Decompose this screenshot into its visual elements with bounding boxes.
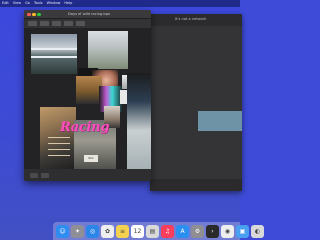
background-window-bottombar (150, 179, 242, 191)
toolbar-button-4[interactable] (64, 21, 73, 26)
menu-window[interactable]: Window (47, 0, 61, 7)
background-window-title: It's not a network (175, 17, 207, 21)
background-window-preview (198, 111, 242, 131)
close-button[interactable] (27, 12, 31, 16)
collage-tag: RAC (84, 155, 98, 162)
settings-icon[interactable]: ⚙ (191, 224, 204, 238)
window-titlebar[interactable]: Days of wild racing.bpx (24, 10, 151, 19)
safari-icon[interactable]: ◎ (86, 224, 99, 238)
window-bottombar (24, 169, 151, 181)
finder-icon[interactable]: ☺ (56, 224, 69, 238)
menu-view[interactable]: View (13, 0, 21, 7)
photos-icon[interactable]: ✿ (101, 224, 114, 238)
files-icon[interactable]: ▤ (146, 224, 159, 238)
dock: ☺ ✦ ◎ ✿ ≡ 12 ▤ ♫ A ⚙ › ◉ ▣ ◐ (53, 222, 264, 240)
bottom-button-2[interactable] (41, 172, 49, 178)
background-window[interactable]: It's not a network (150, 14, 242, 191)
menu-go[interactable]: Go (25, 0, 30, 7)
window-title: Days of wild racing.bpx (68, 12, 111, 16)
racing-title-text: Racing (60, 120, 110, 135)
music-icon[interactable]: ♫ (161, 224, 174, 238)
window-toolbar (24, 19, 151, 28)
calendar-icon[interactable]: 12 (131, 224, 144, 238)
preview-icon[interactable]: ▣ (236, 224, 249, 238)
rink-photo (127, 73, 151, 169)
menu-tools[interactable]: Tools (34, 0, 43, 7)
minimize-button[interactable] (32, 12, 36, 16)
viewer-icon[interactable]: ◐ (251, 224, 264, 238)
menu-bar: Edit View Go Tools Window Help (0, 0, 240, 7)
skater-photo (88, 31, 128, 69)
launchpad-icon[interactable]: ✦ (71, 224, 84, 238)
app-store-icon[interactable]: A (176, 224, 189, 238)
station-photo (31, 34, 77, 74)
collage-canvas[interactable]: Racing (24, 28, 151, 170)
notes-icon[interactable]: ≡ (116, 224, 129, 238)
toolbar-button-5[interactable] (76, 21, 85, 26)
toolbar-button-3[interactable] (52, 21, 61, 26)
toolbar-button-1[interactable] (28, 21, 37, 26)
bottom-button-1[interactable] (30, 172, 38, 178)
chrome-icon[interactable]: ◉ (221, 224, 234, 238)
menu-edit[interactable]: Edit (2, 0, 9, 7)
zoom-button[interactable] (37, 12, 41, 16)
escalator-photo (40, 107, 76, 170)
toolbar-button-2[interactable] (40, 21, 49, 26)
menu-help[interactable]: Help (64, 0, 72, 7)
terminal-icon[interactable]: › (206, 224, 219, 238)
background-window-titlebar[interactable]: It's not a network (150, 14, 242, 26)
